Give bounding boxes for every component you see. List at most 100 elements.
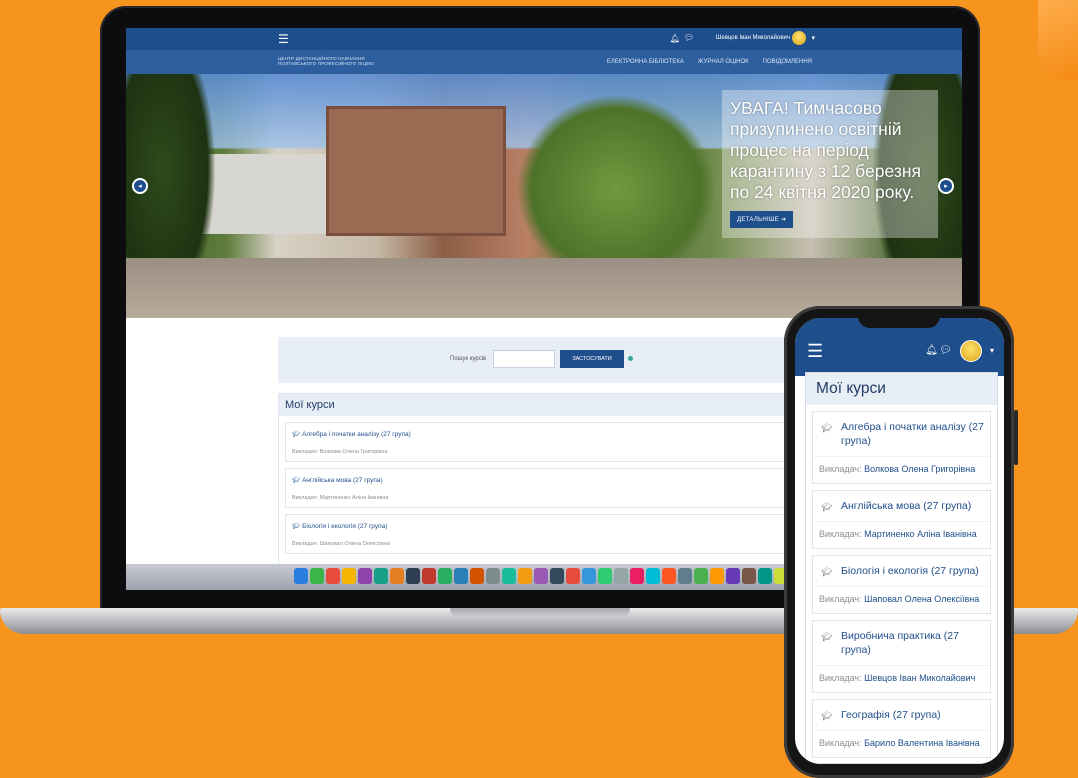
search-label: Пошук курсів (450, 356, 487, 362)
course-link[interactable]: Виробнича практика (27 група) (841, 630, 959, 656)
dock-app-icon[interactable] (662, 568, 676, 584)
search-button[interactable]: ЗАСТОСУВАТИ (560, 350, 624, 368)
dock-app-icon[interactable] (710, 568, 724, 584)
course-card[interactable]: 🎓︎ Англійська мова (27 група) Викладач: М… (812, 490, 991, 549)
course-icon: 🎓︎ (821, 502, 833, 512)
hero-photo-building (326, 106, 506, 236)
course-icon: 🎓︎ (821, 567, 833, 577)
course-teacher: Викладач: Волкова Олена Григорівна (813, 456, 990, 483)
desktop-navbar: ЦЕНТР ДИСТАНЦІЙНОГО НАВЧАННЯ ПОЛТАВСЬКОГ… (126, 50, 962, 74)
course-card[interactable]: 🎓︎ Виробнича практика (27 група) Викладач… (812, 620, 991, 693)
nav-grades[interactable]: ЖУРНАЛ ОЦІНОК (698, 59, 749, 65)
dock-icons (294, 568, 804, 584)
hamburger-icon[interactable]: ☰ (278, 33, 289, 45)
course-link[interactable]: Біологія і екологія (27 група) (841, 565, 979, 577)
dock-app-icon[interactable] (534, 568, 548, 584)
course-card[interactable]: 🎓︎ Біологія і екологія (27 група) Виклада… (812, 555, 991, 614)
course-card[interactable]: 🎓︎ Географія (27 група) Викладач: Барило … (812, 699, 991, 758)
chevron-down-icon[interactable]: ▾ (811, 34, 815, 42)
course-teacher: Викладач: Шевцов Іван Миколайович (813, 665, 990, 692)
dock-app-icon[interactable] (502, 568, 516, 584)
dock-app-icon[interactable] (486, 568, 500, 584)
hero-caption: УВАГА! Тимчасово призупинено освітній пр… (722, 90, 938, 238)
avatar[interactable] (792, 31, 806, 45)
site-brand[interactable]: ЦЕНТР ДИСТАНЦІЙНОГО НАВЧАННЯ ПОЛТАВСЬКОГ… (278, 56, 398, 66)
dock-app-icon[interactable] (678, 568, 692, 584)
phone-side-button (1014, 410, 1018, 465)
search-input[interactable] (493, 350, 555, 368)
course-link[interactable]: Англійська мова (27 група) (841, 500, 971, 512)
dock-app-icon[interactable] (390, 568, 404, 584)
dock-app-icon[interactable] (358, 568, 372, 584)
my-courses-title: Мої курси (279, 394, 799, 416)
hero-photo-tree (516, 94, 716, 284)
course-card[interactable]: 🎓︎ Англійська мова (27 група) Викладач: … (285, 468, 793, 508)
avatar[interactable] (960, 340, 982, 362)
my-courses-block: Мої курси 🎓︎ Алгебра і початки аналізу (… (278, 393, 800, 590)
dock-app-icon[interactable] (630, 568, 644, 584)
course-card[interactable]: 🎓︎ Алгебра і початки аналізу (27 група) … (285, 422, 793, 462)
course-search-box: Пошук курсів ЗАСТОСУВАТИ (278, 337, 798, 383)
course-teacher: Викладач: Барило Валентина Іванівна (813, 730, 990, 757)
course-icon: 🎓︎ (821, 632, 833, 642)
hero-slider: ◂ ▸ УВАГА! Тимчасово призупинено освітні… (126, 74, 962, 318)
dock-app-icon[interactable] (566, 568, 580, 584)
dock-app-icon[interactable] (374, 568, 388, 584)
dock-app-icon[interactable] (742, 568, 756, 584)
dock-app-icon[interactable] (326, 568, 340, 584)
help-icon[interactable] (628, 356, 633, 361)
course-teacher: Викладач: Волкова Олена Григорівна (292, 449, 388, 455)
phone-notch (858, 310, 940, 328)
user-name[interactable]: Шевцов Іван Миколайович (716, 35, 790, 41)
hero-caption-text: УВАГА! Тимчасово призупинено освітній пр… (730, 98, 921, 202)
chevron-down-icon[interactable]: ▾ (990, 346, 994, 355)
laptop-hinge (450, 608, 630, 618)
dock-app-icon[interactable] (598, 568, 612, 584)
phone-screen: ☰ 🔔︎ 💬︎ ▾ Мої курси 🎓︎ Алгебра і початки … (795, 318, 1004, 764)
course-teacher: Викладач: Шаповал Олена Олексіївна (292, 541, 390, 547)
main-nav: ЕЛЕКТРОННА БІБЛІОТЕКА ЖУРНАЛ ОЦІНОК ПОВІ… (607, 59, 812, 65)
hamburger-icon[interactable]: ☰ (807, 342, 823, 360)
course-link[interactable]: 🎓︎ Англійська мова (27 група) (292, 476, 383, 484)
dock-app-icon[interactable] (758, 568, 772, 584)
course-teacher: Викладач: Мартиненко Аліна Іванівна (292, 495, 389, 501)
course-link[interactable]: 🎓︎ Алгебра і початки аналізу (27 група) (292, 430, 411, 438)
dock-app-icon[interactable] (310, 568, 324, 584)
dock-app-icon[interactable] (694, 568, 708, 584)
slider-next-icon[interactable]: ▸ (938, 178, 954, 194)
chat-icon[interactable]: 💬︎ (939, 345, 952, 356)
course-link[interactable]: 🎓︎ Біологія і екологія (27 група) (292, 522, 387, 530)
dock-app-icon[interactable] (518, 568, 532, 584)
dock-app-icon[interactable] (550, 568, 564, 584)
nav-messages[interactable]: ПОВІДОМЛЕННЯ (763, 59, 812, 65)
dock-app-icon[interactable] (454, 568, 468, 584)
course-card[interactable]: 🎓︎ Біологія і екологія (27 група) Виклад… (285, 514, 793, 554)
bell-icon[interactable]: 🔔︎ (925, 345, 938, 356)
corner-logo (1038, 0, 1078, 80)
course-teacher: Викладач: Мартиненко Аліна Іванівна (813, 521, 990, 548)
nav-library[interactable]: ЕЛЕКТРОННА БІБЛІОТЕКА (607, 59, 684, 65)
slider-prev-icon[interactable]: ◂ (132, 178, 148, 194)
dock-app-icon[interactable] (422, 568, 436, 584)
my-courses-title: Мої курси (806, 373, 997, 405)
dock-app-icon[interactable] (646, 568, 660, 584)
dock-app-icon[interactable] (342, 568, 356, 584)
dock-app-icon[interactable] (582, 568, 596, 584)
course-link[interactable]: Географія (27 група) (841, 709, 941, 721)
course-teacher: Викладач: Шаповал Олена Олексіївна (813, 586, 990, 613)
dock-app-icon[interactable] (726, 568, 740, 584)
details-button[interactable]: ДЕТАЛЬНІШЕ ➔ (730, 211, 794, 228)
course-card[interactable]: 🎓︎ Алгебра і початки аналізу (27 група) В… (812, 411, 991, 484)
dock-app-icon[interactable] (438, 568, 452, 584)
course-icon: 🎓︎ (821, 423, 833, 433)
dock-app-icon[interactable] (406, 568, 420, 584)
my-courses-block: Мої курси 🎓︎ Алгебра і початки аналізу (2… (805, 372, 998, 764)
course-link[interactable]: Алгебра і початки аналізу (27 група) (841, 421, 984, 447)
dock-app-icon[interactable] (470, 568, 484, 584)
course-icon: 🎓︎ (821, 711, 833, 721)
bell-icon[interactable]: 🔔︎ (670, 34, 680, 43)
chat-icon[interactable]: 💬︎ (684, 33, 694, 42)
dock-app-icon[interactable] (294, 568, 308, 584)
desktop-topbar: ☰ 🔔︎ 💬︎ Шевцов Іван Миколайович ▾ (126, 28, 962, 50)
dock-app-icon[interactable] (614, 568, 628, 584)
